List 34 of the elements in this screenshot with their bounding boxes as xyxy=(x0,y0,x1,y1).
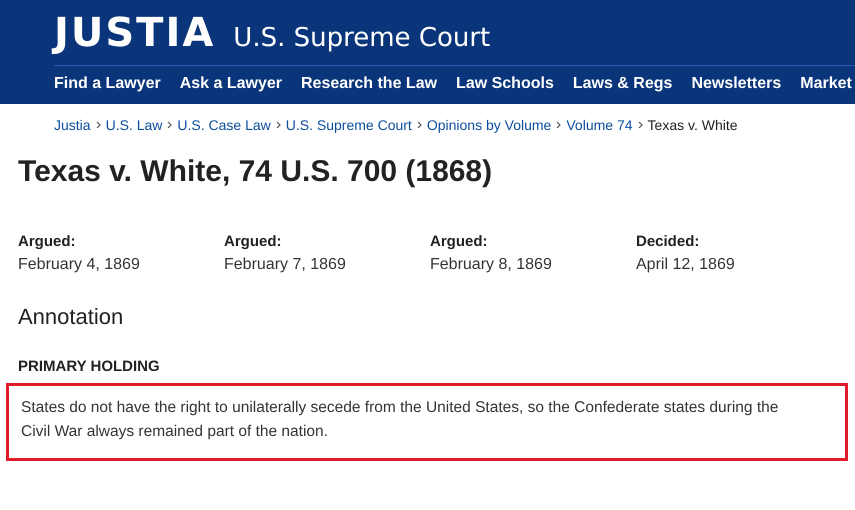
date-label: Argued: xyxy=(430,233,488,250)
nav-link[interactable]: Ask a Lawyer xyxy=(180,75,282,93)
page-title: Texas v. White, 74 U.S. 700 (1868) xyxy=(18,155,494,189)
date-label: Argued: xyxy=(18,233,76,250)
nav-link[interactable]: Find a Lawyer xyxy=(54,75,161,93)
subheading: PRIMARY HOLDING xyxy=(18,358,161,375)
chevron-icon xyxy=(638,121,643,129)
nav-link[interactable]: Market xyxy=(800,75,852,93)
date-label: Decided: xyxy=(636,233,700,250)
section-title: U.S. Supreme Court xyxy=(233,23,490,53)
breadcrumb-link[interactable]: Volume 74 xyxy=(566,117,633,133)
current-page-label: Texas v. White xyxy=(648,117,738,133)
date-value: February 4, 1869 xyxy=(18,256,141,274)
date-value: February 8, 1869 xyxy=(430,256,553,274)
breadcrumb-link[interactable]: U.S. Law xyxy=(106,117,162,133)
site-logo[interactable]: JUSTIA xyxy=(54,10,216,56)
nav-link[interactable]: Research the Law xyxy=(300,75,438,93)
breadcrumb-link[interactable]: Justia xyxy=(54,117,91,133)
date-label: Argued: xyxy=(224,233,282,250)
breadcrumb-link[interactable]: U.S. Case Law xyxy=(177,117,271,133)
nav-link[interactable]: Newsletters xyxy=(691,75,782,93)
chevron-icon xyxy=(276,121,281,129)
chevron-icon xyxy=(416,121,422,129)
chevron-icon xyxy=(96,121,101,129)
nav-link[interactable]: Laws & Regs xyxy=(572,75,672,93)
breadcrumb-link[interactable]: U.S. Supreme Court xyxy=(286,117,412,133)
date-value: April 12, 1869 xyxy=(636,256,736,274)
nav-link[interactable]: Law Schools xyxy=(456,75,554,93)
chevron-icon xyxy=(556,121,562,129)
breadcrumb-link[interactable]: Opinions by Volume xyxy=(426,117,552,133)
section-heading: Annotation xyxy=(18,304,124,330)
date-value: February 7, 1869 xyxy=(224,256,347,274)
holding-text: States do not have the right to unilaterally secede from the United States, so the Confederate states during the Civil War always remained part of the nation. xyxy=(21,398,780,442)
chevron-icon xyxy=(167,121,172,129)
